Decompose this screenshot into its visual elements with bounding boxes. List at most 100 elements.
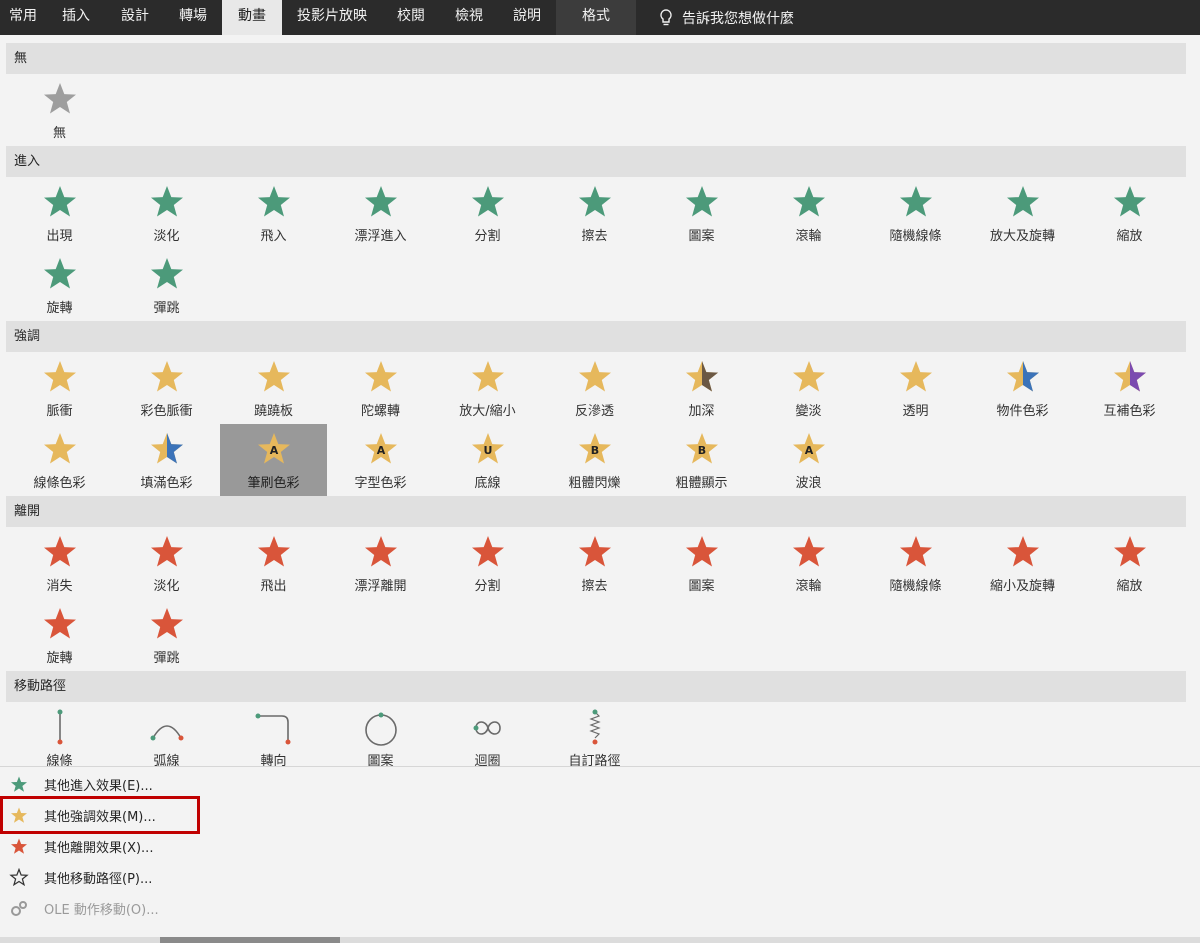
effect-item-emphasis[interactable]: 變淡 (755, 352, 862, 424)
effect-item-entrance[interactable]: 淡化 (113, 177, 220, 249)
effect-label: 透明 (902, 404, 929, 419)
star-icon: A (254, 430, 294, 470)
star-icon (254, 533, 294, 573)
effect-label: 縮小及旋轉 (989, 579, 1055, 594)
effect-item-exit[interactable]: 滾輪 (755, 527, 862, 599)
effect-item-entrance[interactable]: 滾輪 (755, 177, 862, 249)
effect-item-motion[interactable]: 弧線 (113, 702, 220, 774)
effect-item-entrance[interactable]: 放大及旋轉 (969, 177, 1076, 249)
effect-item-entrance[interactable]: 旋轉 (6, 249, 113, 321)
menu-item-more-effects[interactable]: 其他移動路徑(P)... (0, 862, 600, 893)
tab-view[interactable]: 檢視 (440, 0, 498, 35)
effect-item-entrance[interactable]: 漂浮進入 (327, 177, 434, 249)
effect-label: 縮放 (1116, 229, 1143, 244)
effect-label: 填滿色彩 (140, 476, 193, 491)
effect-item-exit[interactable]: 隨機線條 (862, 527, 969, 599)
effect-item-entrance[interactable]: 分割 (434, 177, 541, 249)
effect-item-emphasis[interactable]: 填滿色彩 (113, 424, 220, 496)
effect-item-exit[interactable]: 擦去 (541, 527, 648, 599)
menu-item-more-effects[interactable]: OLE 動作移動(O)... (0, 893, 600, 924)
tab-format[interactable]: 格式 (556, 0, 636, 35)
effect-item-emphasis[interactable]: B 粗體顯示 (648, 424, 755, 496)
effect-item-entrance[interactable]: 圖案 (648, 177, 755, 249)
effect-item-exit[interactable]: 漂浮離開 (327, 527, 434, 599)
effect-item-emphasis[interactable]: 放大/縮小 (434, 352, 541, 424)
effect-item-emphasis[interactable]: A 字型色彩 (327, 424, 434, 496)
tell-me-box[interactable]: 告訴我您想做什麼 (658, 0, 794, 35)
effect-item-emphasis[interactable]: A 筆刷色彩 (220, 424, 327, 496)
effect-item-none[interactable]: 無 (6, 74, 113, 146)
effect-label: 互補色彩 (1103, 404, 1156, 419)
effect-item-entrance[interactable]: 隨機線條 (862, 177, 969, 249)
tab-transitions[interactable]: 轉場 (164, 0, 222, 35)
effect-label: 漂浮離開 (354, 579, 407, 594)
star-icon (682, 183, 722, 223)
effect-item-emphasis[interactable]: 互補色彩 (1076, 352, 1183, 424)
tab-design[interactable]: 設計 (106, 0, 164, 35)
svg-text:A: A (376, 444, 385, 457)
effect-item-motion[interactable]: 迴圈 (434, 702, 541, 774)
effect-label: 擦去 (581, 229, 608, 244)
menu-item-more-effects[interactable]: 其他離開效果(X)... (0, 831, 600, 862)
effect-item-emphasis[interactable]: 物件色彩 (969, 352, 1076, 424)
effect-item-emphasis[interactable]: 蹺蹺板 (220, 352, 327, 424)
effect-item-motion[interactable]: 自訂路徑 (541, 702, 648, 774)
effect-item-emphasis[interactable]: 陀螺轉 (327, 352, 434, 424)
section-none-header: 無 (6, 43, 1186, 74)
section-emphasis-items: 脈衝 彩色脈衝 蹺蹺板 陀螺轉 放大/縮小 反滲透 加深 變淡 透明 物件色彩 互補色彩線條色彩 填滿… (6, 352, 1186, 496)
tab-slideshow[interactable]: 投影片放映 (282, 0, 382, 35)
star-icon: U (468, 430, 508, 470)
effect-item-entrance[interactable]: 縮放 (1076, 177, 1183, 249)
effect-item-exit[interactable]: 彈跳 (113, 599, 220, 671)
effect-item-exit[interactable]: 分割 (434, 527, 541, 599)
star-icon (1003, 183, 1043, 223)
svg-text:B: B (590, 444, 598, 457)
effect-label: 圖案 (688, 229, 715, 244)
effect-item-emphasis[interactable]: U 底線 (434, 424, 541, 496)
effect-item-emphasis[interactable]: 彩色脈衝 (113, 352, 220, 424)
effect-item-emphasis[interactable]: 脈衝 (6, 352, 113, 424)
effect-item-exit[interactable]: 消失 (6, 527, 113, 599)
section-motion-items: 線條 弧線 轉向 圖案 迴圈 自訂路徑 (6, 702, 1186, 774)
effect-item-entrance[interactable]: 出現 (6, 177, 113, 249)
effect-item-exit[interactable]: 圖案 (648, 527, 755, 599)
tab-home[interactable]: 常用 (0, 0, 46, 35)
effect-item-exit[interactable]: 縮放 (1076, 527, 1183, 599)
effect-item-exit[interactable]: 縮小及旋轉 (969, 527, 1076, 599)
effect-item-motion[interactable]: 轉向 (220, 702, 327, 774)
red-star-icon (8, 837, 30, 857)
effect-item-entrance[interactable]: 擦去 (541, 177, 648, 249)
star-icon (40, 430, 80, 470)
effect-label: 筆刷色彩 (247, 476, 300, 491)
tab-review[interactable]: 校閱 (382, 0, 440, 35)
effect-item-entrance[interactable]: 飛入 (220, 177, 327, 249)
effect-label: 陀螺轉 (360, 404, 400, 419)
effect-label: 反滲透 (574, 404, 614, 419)
effect-item-emphasis[interactable]: 透明 (862, 352, 969, 424)
star-icon (575, 358, 615, 398)
scrollbar-thumb[interactable] (160, 937, 340, 943)
effect-item-emphasis[interactable]: 加深 (648, 352, 755, 424)
outline-star-icon (8, 867, 30, 888)
effect-item-motion[interactable]: 線條 (6, 702, 113, 774)
effect-item-entrance[interactable]: 彈跳 (113, 249, 220, 321)
section-emphasis-header: 強調 (6, 321, 1186, 352)
star-icon (575, 533, 615, 573)
section-none-items: 無 (6, 74, 1186, 146)
effect-item-emphasis[interactable]: A 波浪 (755, 424, 862, 496)
effect-item-emphasis[interactable]: B 粗體閃爍 (541, 424, 648, 496)
effect-label: 彩色脈衝 (140, 404, 193, 419)
effect-item-emphasis[interactable]: 反滲透 (541, 352, 648, 424)
effect-label: 放大及旋轉 (989, 229, 1055, 244)
effect-label: 淡化 (153, 229, 180, 244)
effect-item-motion[interactable]: 圖案 (327, 702, 434, 774)
effect-item-exit[interactable]: 旋轉 (6, 599, 113, 671)
tab-animations[interactable]: 動畫 (222, 0, 282, 35)
effect-item-emphasis[interactable]: 線條色彩 (6, 424, 113, 496)
effect-item-exit[interactable]: 淡化 (113, 527, 220, 599)
effect-label: 隨機線條 (889, 579, 942, 594)
horizontal-scrollbar[interactable] (0, 937, 1200, 943)
tab-help[interactable]: 說明 (498, 0, 556, 35)
tab-insert[interactable]: 插入 (46, 0, 106, 35)
effect-item-exit[interactable]: 飛出 (220, 527, 327, 599)
